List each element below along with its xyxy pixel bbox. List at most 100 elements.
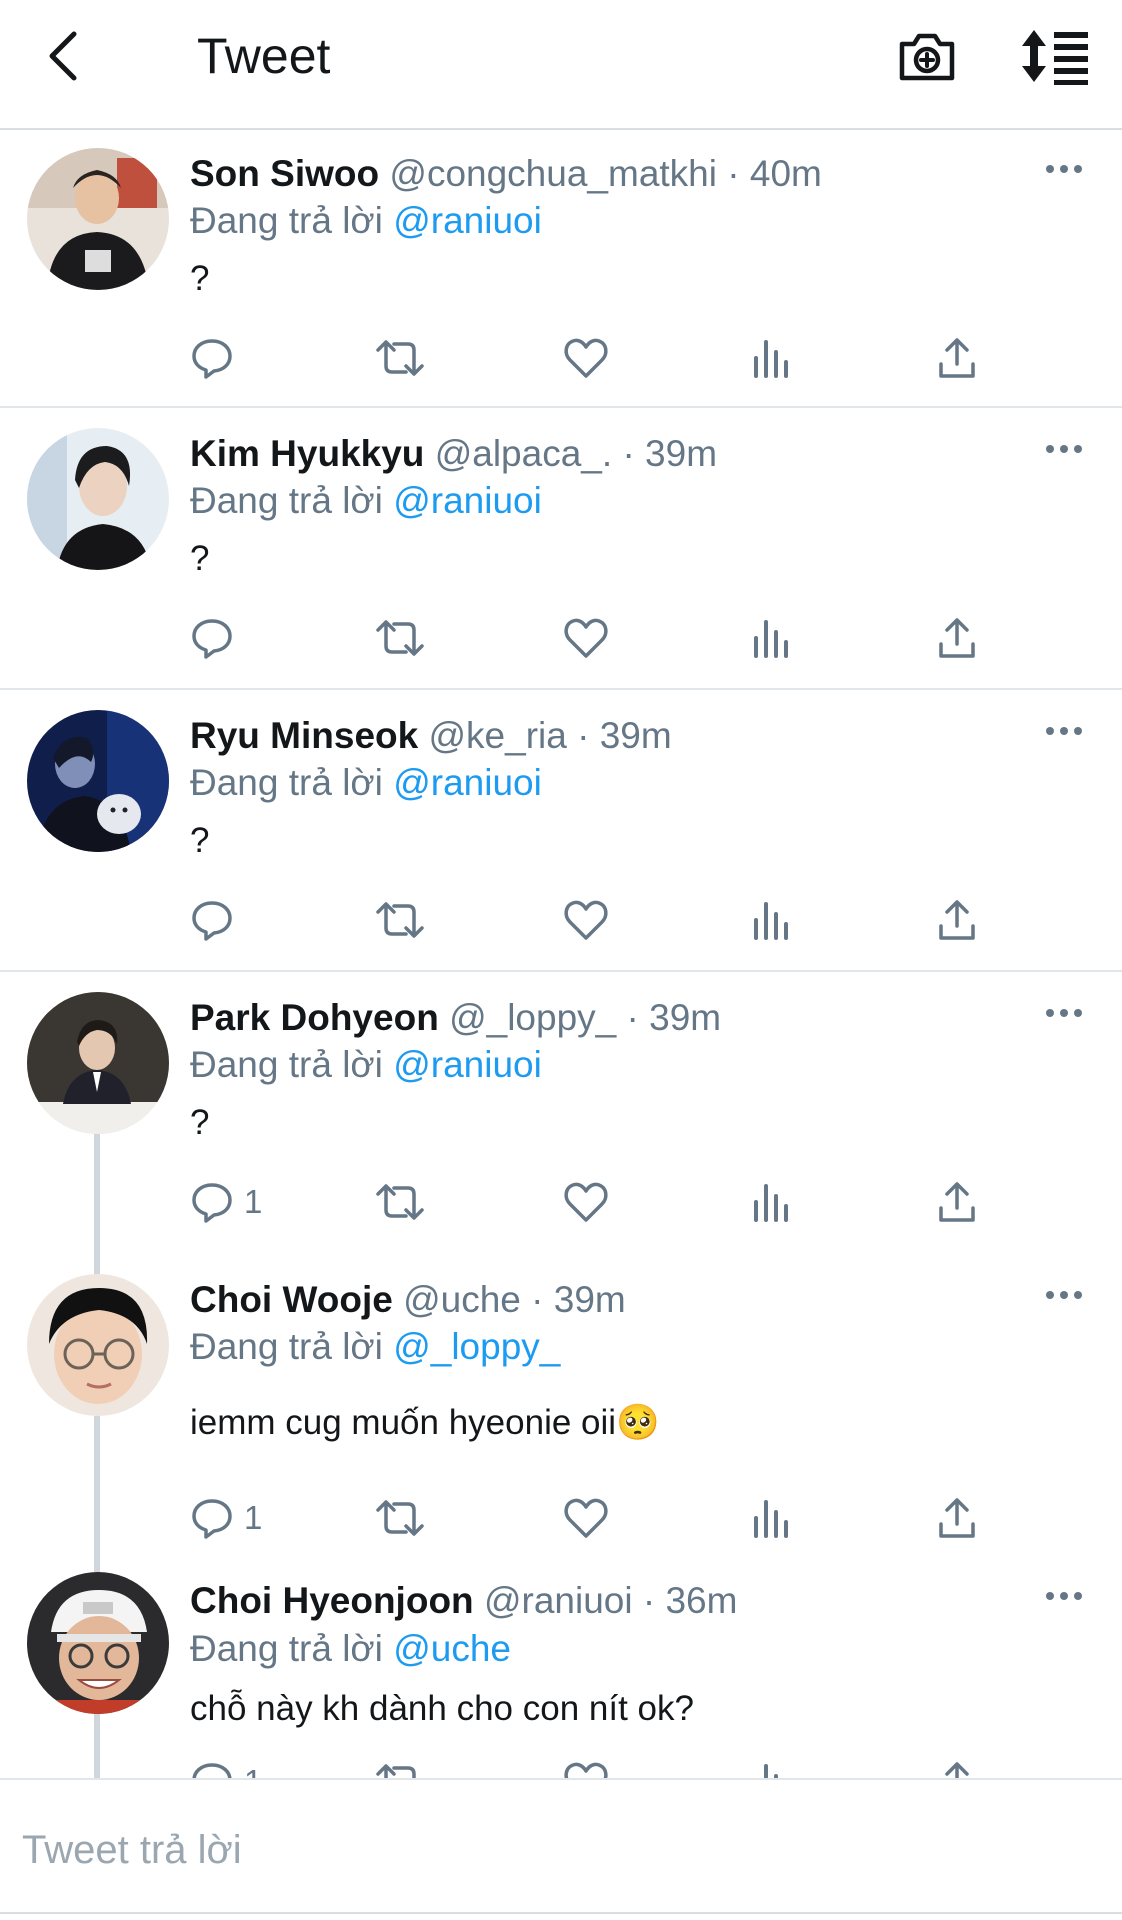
replying-to-link[interactable]: @uche <box>393 1628 511 1669</box>
replying-to-link[interactable]: @_loppy_ <box>393 1326 560 1367</box>
share-button[interactable] <box>937 1172 977 1232</box>
tweet[interactable]: Ryu Minseok @ke_ria · 39m Đang trả lời @… <box>0 692 1122 972</box>
reply-button[interactable]: 1 <box>190 1172 262 1232</box>
tweet[interactable]: Kim Hyukkyu @alpaca_. · 39m Đang trả lời… <box>0 410 1122 690</box>
divider <box>0 1912 1122 1914</box>
analytics-bars-icon <box>754 620 788 658</box>
avatar[interactable] <box>27 148 169 290</box>
back-button[interactable] <box>38 28 94 84</box>
avatar[interactable] <box>27 428 169 570</box>
more-dots-icon <box>1046 1009 1082 1017</box>
camera-button[interactable] <box>896 26 958 86</box>
replying-to-link[interactable]: @raniuoi <box>393 762 542 803</box>
replying-to-label: Đang trả lời <box>190 1628 383 1669</box>
retweet-icon <box>376 1184 424 1220</box>
reply-count: 1 <box>244 1763 262 1778</box>
username[interactable]: @raniuoi <box>484 1580 633 1621</box>
tweet-header: Choi Wooje @uche · 39m <box>190 1277 626 1323</box>
like-button[interactable] <box>563 1752 609 1778</box>
sort-button[interactable] <box>1020 26 1092 86</box>
tweet[interactable]: Son Siwoo @congchua_matkhi · 40m Đang tr… <box>0 132 1122 408</box>
analytics-button[interactable] <box>752 328 792 388</box>
like-button[interactable] <box>563 608 609 668</box>
timestamp: 39m <box>645 433 718 474</box>
reply-button[interactable] <box>190 608 244 668</box>
retweet-button[interactable] <box>374 1488 426 1548</box>
more-dots-icon <box>1046 165 1082 173</box>
reply-button[interactable]: 1 <box>190 1488 262 1548</box>
retweet-icon <box>376 1764 416 1778</box>
share-button[interactable] <box>937 1752 977 1778</box>
like-button[interactable] <box>563 890 609 950</box>
display-name[interactable]: Son Siwoo <box>190 153 379 194</box>
reply-button[interactable]: 1 <box>190 1752 262 1778</box>
reply-button[interactable] <box>190 890 244 950</box>
like-button[interactable] <box>563 1172 609 1232</box>
replying-to: Đang trả lời @raniuoi <box>190 1042 542 1088</box>
more-options-button[interactable] <box>1040 1280 1090 1310</box>
avatar[interactable] <box>27 1274 169 1416</box>
like-button[interactable] <box>563 1488 609 1548</box>
tweet[interactable]: Choi Hyeonjoon @raniuoi · 36m Đang trả l… <box>0 1572 1122 1778</box>
tweet[interactable]: Park Dohyeon @_loppy_ · 39m Đang trả lời… <box>0 974 1122 1274</box>
more-options-button[interactable] <box>1040 434 1090 464</box>
reply-bubble-icon <box>192 901 232 941</box>
more-options-button[interactable] <box>1040 1581 1090 1611</box>
chevron-left-icon <box>49 31 77 81</box>
retweet-button[interactable] <box>374 328 426 388</box>
more-options-button[interactable] <box>1040 154 1090 184</box>
share-button[interactable] <box>937 890 977 950</box>
retweet-button[interactable] <box>374 608 426 668</box>
share-button[interactable] <box>937 328 977 388</box>
reply-input[interactable] <box>22 1820 1022 1880</box>
tweet-header: Kim Hyukkyu @alpaca_. · 39m <box>190 431 717 477</box>
display-name[interactable]: Kim Hyukkyu <box>190 433 424 474</box>
timestamp: 40m <box>749 153 822 194</box>
replying-to: Đang trả lời @uche <box>190 1626 511 1672</box>
tweet-text: ? <box>190 1103 210 1142</box>
display-name[interactable]: Ryu Minseok <box>190 715 418 756</box>
heart-icon <box>564 1498 608 1538</box>
display-name[interactable]: Choi Hyeonjoon <box>190 1580 474 1621</box>
more-options-button[interactable] <box>1040 716 1090 746</box>
reply-bubble-icon <box>192 1499 232 1539</box>
avatar[interactable] <box>27 992 169 1134</box>
username[interactable]: @uche <box>403 1279 521 1320</box>
replying-to-link[interactable]: @raniuoi <box>393 1044 542 1085</box>
replying-to-link[interactable]: @raniuoi <box>393 200 542 241</box>
retweet-button[interactable] <box>374 890 426 950</box>
display-name[interactable]: Choi Wooje <box>190 1279 393 1320</box>
retweet-button[interactable] <box>374 1172 426 1232</box>
share-button[interactable] <box>937 1488 977 1548</box>
analytics-button[interactable] <box>752 1172 792 1232</box>
username[interactable]: @_loppy_ <box>449 997 616 1038</box>
avatar[interactable] <box>27 1572 169 1714</box>
retweet-icon <box>376 340 424 376</box>
analytics-button[interactable] <box>752 1752 792 1778</box>
more-options-button[interactable] <box>1040 998 1090 1028</box>
replying-to-label: Đang trả lời <box>190 762 383 803</box>
tweet[interactable]: Choi Wooje @uche · 39m Đang trả lời @_lo… <box>0 1274 1122 1572</box>
retweet-button[interactable] <box>374 1752 426 1778</box>
heart-icon <box>564 1182 608 1222</box>
reply-bubble-icon <box>192 1183 232 1223</box>
like-button[interactable] <box>563 328 609 388</box>
username[interactable]: @congchua_matkhi <box>389 153 717 194</box>
reply-button[interactable] <box>190 328 244 388</box>
tweet-actions: 1 <box>0 1488 1122 1548</box>
analytics-button[interactable] <box>752 608 792 668</box>
display-name[interactable]: Park Dohyeon <box>190 997 439 1038</box>
share-upload-icon <box>939 900 975 940</box>
analytics-button[interactable] <box>752 1488 792 1548</box>
share-upload-icon <box>939 1498 975 1538</box>
share-upload-icon <box>939 618 975 658</box>
username[interactable]: @alpaca_. <box>435 433 612 474</box>
avatar[interactable] <box>27 710 169 852</box>
share-button[interactable] <box>937 608 977 668</box>
tweet-text: ? <box>190 259 210 298</box>
replying-to-link[interactable]: @raniuoi <box>393 480 542 521</box>
tweet-header: Son Siwoo @congchua_matkhi · 40m <box>190 151 822 197</box>
username[interactable]: @ke_ria <box>429 715 567 756</box>
reply-feed: Son Siwoo @congchua_matkhi · 40m Đang tr… <box>0 132 1122 1778</box>
analytics-button[interactable] <box>752 890 792 950</box>
